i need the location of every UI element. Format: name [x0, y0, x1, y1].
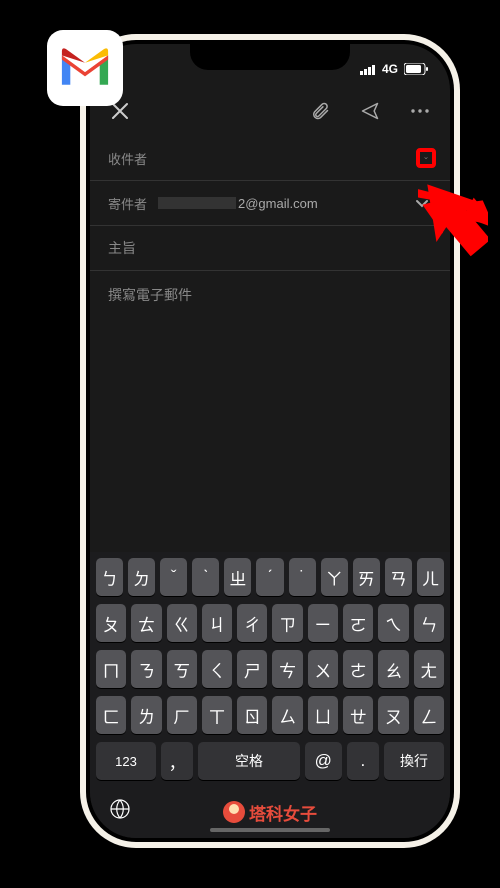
subject-field[interactable]: 主旨 [90, 226, 450, 271]
key[interactable]: ㄘ [272, 650, 302, 688]
compose-toolbar [90, 86, 450, 136]
key[interactable]: ㄩ [308, 696, 338, 734]
gmail-logo-icon [57, 47, 113, 89]
key[interactable]: ㄑ [202, 650, 232, 688]
key-space[interactable]: 空格 [198, 742, 300, 780]
key[interactable]: ㄗ [272, 604, 302, 642]
key[interactable]: ㄌ [131, 696, 161, 734]
key[interactable]: ㄍ [167, 604, 197, 642]
kb-row-bottom: 123 ， 空格 @ . 換行 [94, 742, 446, 780]
key[interactable]: ㄦ [417, 558, 444, 596]
kb-row-2: ㄆㄊㄍㄐㄔㄗㄧㄛㄟㄣ [94, 604, 446, 642]
key[interactable]: ㄛ [343, 604, 373, 642]
key[interactable]: ˊ [256, 558, 283, 596]
key-numbers[interactable]: 123 [96, 742, 156, 780]
redacted-text [158, 197, 236, 209]
key[interactable]: ㄧ [308, 604, 338, 642]
key[interactable]: ㄓ [224, 558, 251, 596]
key-dot[interactable]: . [347, 742, 379, 780]
key[interactable]: ㄈ [96, 696, 126, 734]
key[interactable]: ㄙ [272, 696, 302, 734]
key-return[interactable]: 換行 [384, 742, 444, 780]
to-label: 收件者 [108, 149, 158, 168]
key[interactable]: ㄥ [414, 696, 444, 734]
key-comma[interactable]: ， [161, 742, 193, 780]
attachment-button[interactable] [308, 99, 332, 123]
key[interactable]: ㄏ [167, 696, 197, 734]
from-field-row[interactable]: 寄件者 2@gmail.com [90, 181, 450, 226]
key[interactable]: ㄋ [131, 650, 161, 688]
watermark: 塔科女子 [223, 800, 317, 825]
key[interactable]: ㄕ [237, 650, 267, 688]
key[interactable]: ˙ [289, 558, 316, 596]
subject-placeholder: 主旨 [108, 240, 136, 256]
from-value: 2@gmail.com [158, 196, 412, 211]
key[interactable]: ㄇ [96, 650, 126, 688]
kb-row-4: ㄈㄌㄏㄒㄖㄙㄩㄝㄡㄥ [94, 696, 446, 734]
key[interactable]: ㄡ [378, 696, 408, 734]
watermark-text: 塔科女子 [249, 800, 317, 825]
network-label: 4G [382, 62, 398, 76]
annotation-arrow [418, 170, 488, 265]
signal-icon [360, 64, 376, 75]
key[interactable]: ㄨ [308, 650, 338, 688]
key[interactable]: ㄟ [378, 604, 408, 642]
key[interactable]: ㄠ [378, 650, 408, 688]
expand-recipients-button[interactable] [416, 148, 436, 168]
key[interactable]: ㄣ [414, 604, 444, 642]
key[interactable]: ㄊ [131, 604, 161, 642]
key[interactable]: ㄆ [96, 604, 126, 642]
globe-button[interactable] [108, 797, 132, 827]
notch [190, 44, 350, 70]
body-field[interactable]: 撰寫電子郵件 [90, 271, 450, 319]
key[interactable]: ㄤ [414, 650, 444, 688]
body-placeholder: 撰寫電子郵件 [108, 287, 192, 303]
phone-screen: 4G [90, 44, 450, 838]
key[interactable]: ㄎ [167, 650, 197, 688]
key[interactable]: ㄒ [202, 696, 232, 734]
key[interactable]: ㄔ [237, 604, 267, 642]
gmail-app-icon [47, 30, 123, 106]
home-indicator[interactable] [210, 828, 330, 832]
from-label: 寄件者 [108, 194, 158, 213]
key[interactable]: ㄢ [385, 558, 412, 596]
watermark-icon [223, 801, 245, 823]
to-field-row[interactable]: 收件者 [90, 136, 450, 181]
kb-row-1: ㄅㄉˇˋㄓˊ˙ㄚㄞㄢㄦ [94, 558, 446, 596]
send-button[interactable] [358, 99, 382, 123]
key[interactable]: ˇ [160, 558, 187, 596]
key[interactable]: ㄞ [353, 558, 380, 596]
kb-row-3: ㄇㄋㄎㄑㄕㄘㄨㄜㄠㄤ [94, 650, 446, 688]
key[interactable]: ㄅ [96, 558, 123, 596]
key[interactable]: ㄐ [202, 604, 232, 642]
key[interactable]: ㄖ [237, 696, 267, 734]
key[interactable]: ㄝ [343, 696, 373, 734]
key[interactable]: ㄚ [321, 558, 348, 596]
key[interactable]: ㄉ [128, 558, 155, 596]
battery-icon [404, 63, 428, 75]
phone-frame: 4G [80, 34, 460, 848]
key[interactable]: ˋ [192, 558, 219, 596]
key-at[interactable]: @ [305, 742, 342, 780]
key[interactable]: ㄜ [343, 650, 373, 688]
keyboard: ㄅㄉˇˋㄓˊ˙ㄚㄞㄢㄦ ㄆㄊㄍㄐㄔㄗㄧㄛㄟㄣ ㄇㄋㄎㄑㄕㄘㄨㄜㄠㄤ ㄈㄌㄏㄒㄖㄙ… [90, 552, 450, 838]
more-button[interactable] [408, 99, 432, 123]
